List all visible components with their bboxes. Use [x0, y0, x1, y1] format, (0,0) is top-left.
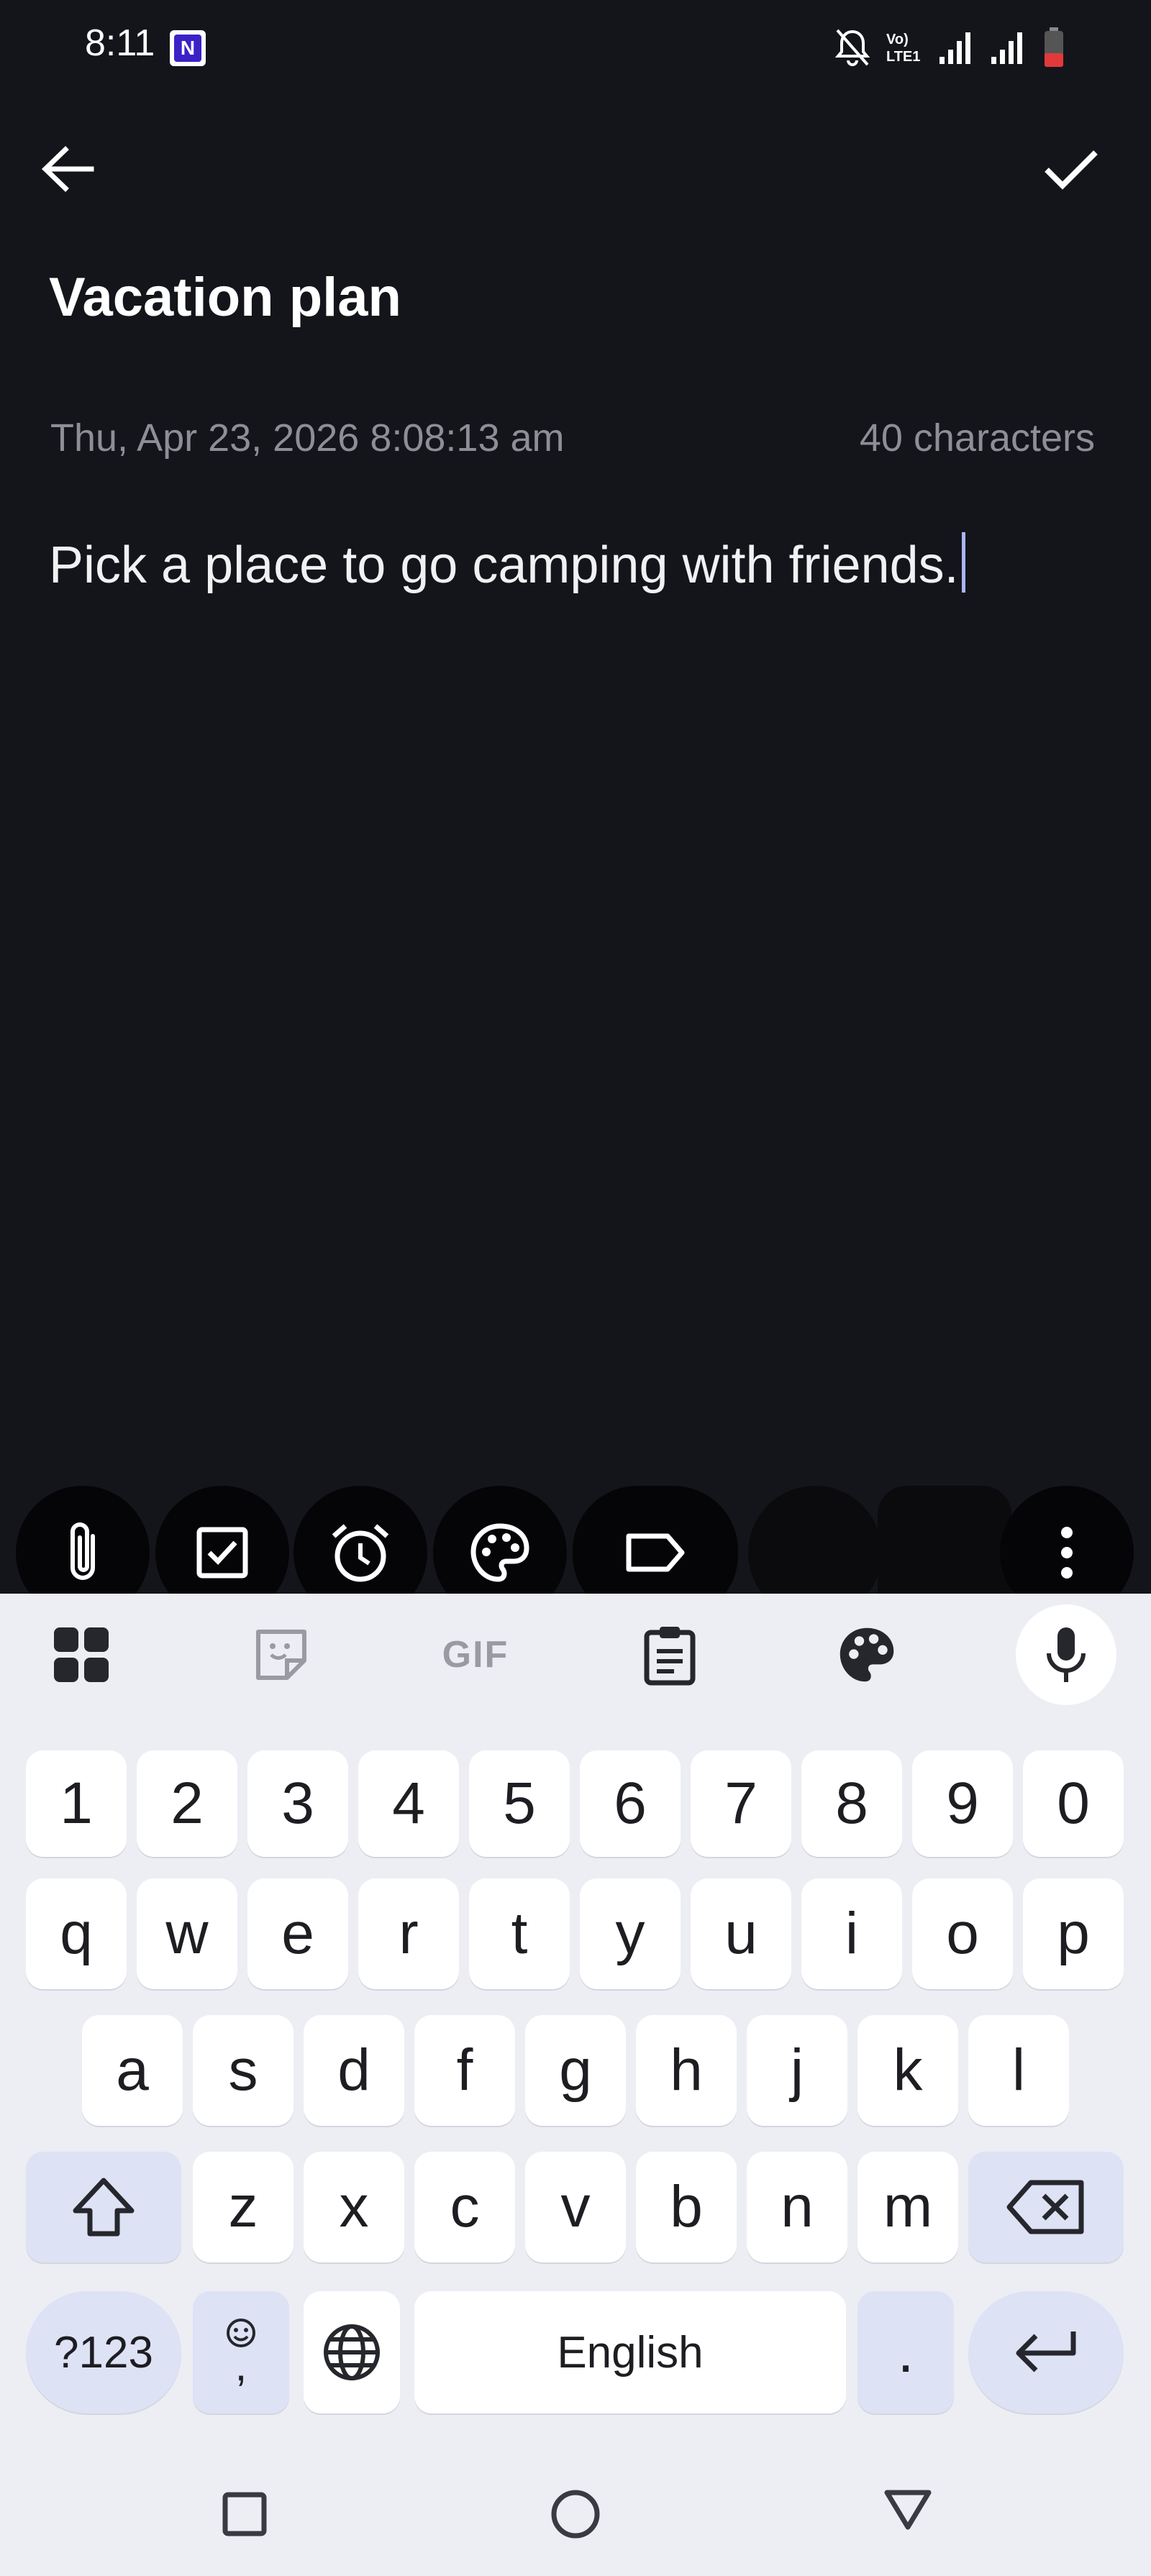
- recents-button[interactable]: [216, 2485, 273, 2543]
- language-key[interactable]: [304, 2291, 400, 2413]
- key-r[interactable]: r: [358, 1878, 459, 1989]
- shift-icon: [73, 2178, 135, 2237]
- notification-app-icon: N: [170, 30, 206, 66]
- key-g[interactable]: g: [525, 2015, 626, 2126]
- key-h[interactable]: h: [636, 2015, 737, 2126]
- key-m[interactable]: m: [857, 2152, 958, 2262]
- key-0[interactable]: 0: [1023, 1750, 1124, 1857]
- enter-key[interactable]: [968, 2291, 1124, 2413]
- sticker-icon: [256, 1630, 306, 1680]
- globe-icon: [324, 2324, 380, 2380]
- key-d[interactable]: d: [304, 2015, 404, 2126]
- key-4[interactable]: 4: [358, 1750, 459, 1857]
- clipboard-button[interactable]: [623, 1608, 716, 1702]
- gif-icon: GIF: [442, 1634, 509, 1676]
- key-f[interactable]: f: [414, 2015, 515, 2126]
- key-l[interactable]: l: [968, 2015, 1069, 2126]
- enter-icon: [1016, 2331, 1076, 2372]
- key-e[interactable]: e: [247, 1878, 348, 1989]
- key-w[interactable]: w: [137, 1878, 237, 1989]
- checkbox-icon: [196, 1527, 248, 1579]
- space-key[interactable]: English: [414, 2291, 846, 2413]
- keyboard-toolbar: GIF: [0, 1594, 1151, 1716]
- key-v[interactable]: v: [525, 2152, 626, 2262]
- key-8[interactable]: 8: [801, 1750, 902, 1857]
- key-n[interactable]: n: [747, 2152, 847, 2262]
- key-z[interactable]: z: [193, 2152, 294, 2262]
- key-q[interactable]: q: [26, 1878, 127, 1989]
- nav-back-button[interactable]: [879, 2481, 937, 2539]
- home-circle-icon: [551, 2490, 600, 2539]
- note-date: Thu, Apr 23, 2026 8:08:13 am: [50, 416, 565, 460]
- label-icon: [626, 1533, 685, 1572]
- key-c[interactable]: c: [414, 2152, 515, 2262]
- keyboard: GIF 1 2 3 4 5 6 7 8 9 0 q w e r t y u i …: [0, 1594, 1151, 2576]
- svg-text:Vo): Vo): [886, 32, 909, 47]
- clipboard-icon: [644, 1627, 696, 1686]
- key-o[interactable]: o: [912, 1878, 1013, 1989]
- key-x[interactable]: x: [304, 2152, 404, 2262]
- key-j[interactable]: j: [747, 2015, 847, 2126]
- key-p[interactable]: p: [1023, 1878, 1124, 1989]
- apps-button[interactable]: [35, 1608, 128, 1702]
- recents-square-icon: [222, 2492, 267, 2536]
- more-vert-icon: [1061, 1527, 1073, 1579]
- key-t[interactable]: t: [469, 1878, 570, 1989]
- theme-button[interactable]: [820, 1608, 914, 1702]
- system-navigation-bar: [0, 2457, 1151, 2576]
- status-icons: Vo) LTE1: [834, 27, 1065, 68]
- period-key[interactable]: .: [857, 2291, 954, 2413]
- save-note-button[interactable]: [1032, 129, 1111, 209]
- note-body-input[interactable]: Pick a place to go camping with friends.: [49, 532, 965, 595]
- signal-2-icon: [991, 32, 1022, 64]
- volte-icon: Vo) LTE1: [886, 32, 920, 65]
- key-2[interactable]: 2: [137, 1750, 237, 1857]
- key-s[interactable]: s: [193, 2015, 294, 2126]
- checkmark-icon: [1045, 150, 1098, 190]
- character-count: 40 characters: [859, 416, 1095, 460]
- arrow-left-icon: [41, 146, 94, 192]
- backspace-key[interactable]: [968, 2152, 1124, 2262]
- key-u[interactable]: u: [691, 1878, 791, 1989]
- attachment-icon: [70, 1522, 95, 1580]
- key-5[interactable]: 5: [469, 1750, 570, 1857]
- status-bar: 8:11 N Vo) LTE1: [0, 0, 1151, 93]
- palette-icon: [470, 1523, 529, 1582]
- note-body-text: Pick a place to go camping with friends.: [49, 536, 959, 594]
- text-cursor: [961, 532, 965, 593]
- mic-icon: [1047, 1627, 1086, 1682]
- back-triangle-icon: [884, 2490, 932, 2530]
- key-k[interactable]: k: [857, 2015, 958, 2126]
- key-y[interactable]: y: [580, 1878, 681, 1989]
- key-7[interactable]: 7: [691, 1750, 791, 1857]
- back-button[interactable]: [27, 129, 106, 209]
- key-i[interactable]: i: [801, 1878, 902, 1989]
- emoji-comma-key[interactable]: ,: [193, 2291, 289, 2413]
- palette-icon: [840, 1627, 894, 1682]
- key-b[interactable]: b: [636, 2152, 737, 2262]
- note-title[interactable]: Vacation plan: [49, 266, 401, 329]
- key-1[interactable]: 1: [26, 1750, 127, 1857]
- apps-grid-icon: [54, 1627, 109, 1682]
- sticker-button[interactable]: [235, 1608, 328, 1702]
- mute-bell-icon: [834, 29, 870, 66]
- home-button[interactable]: [547, 2485, 604, 2543]
- key-3[interactable]: 3: [247, 1750, 348, 1857]
- voice-input-button[interactable]: [1016, 1604, 1116, 1705]
- signal-1-icon: [940, 32, 970, 64]
- key-a[interactable]: a: [82, 2015, 183, 2126]
- comma-label: ,: [235, 2342, 247, 2390]
- key-6[interactable]: 6: [580, 1750, 681, 1857]
- backspace-icon: [1006, 2180, 1084, 2234]
- status-time: 8:11: [85, 22, 155, 64]
- alarm-icon: [332, 1524, 389, 1582]
- symbols-key[interactable]: ?123: [26, 2291, 181, 2413]
- svg-text:LTE1: LTE1: [886, 49, 920, 65]
- battery-low-icon: [1045, 27, 1063, 67]
- gif-button[interactable]: GIF: [429, 1608, 522, 1702]
- shift-key[interactable]: [26, 2152, 181, 2262]
- key-9[interactable]: 9: [912, 1750, 1013, 1857]
